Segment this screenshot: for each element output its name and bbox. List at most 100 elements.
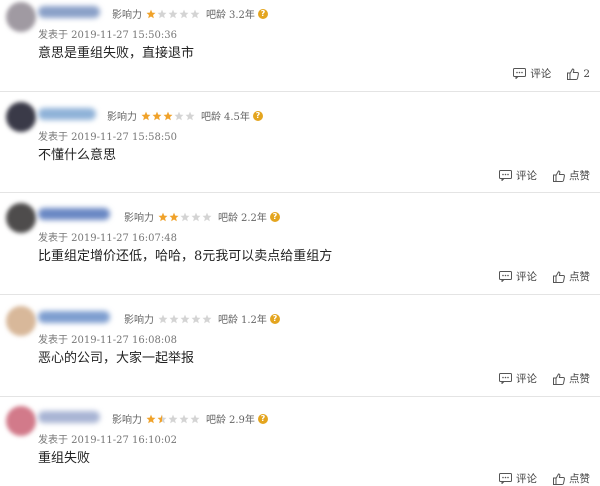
star-empty-icon [179,9,189,18]
like-button[interactable]: 点赞 [553,168,590,183]
comment-icon [499,373,512,384]
star-empty-icon [169,314,179,323]
like-button[interactable]: 2 [567,68,590,80]
star-empty-icon [191,212,201,221]
avatar[interactable] [6,2,36,32]
comment-icon [513,68,527,79]
help-icon[interactable]: ? [269,211,280,222]
influence-stars [158,314,213,324]
star-empty-icon [174,111,184,120]
star-empty-icon [185,111,195,120]
divider [0,294,600,295]
age-value: 4.5年 [224,112,250,123]
like-count: 2 [583,67,590,80]
comment-actions: 评论 点赞 [499,168,590,183]
age-value: 2.2年 [241,213,267,224]
age-label: 吧龄 [218,213,238,224]
age-label: 吧龄 [201,112,221,123]
star-empty-icon [202,314,212,323]
avatar[interactable] [6,102,36,132]
comment-text: 恶心的公司，大家一起举报 [38,351,195,366]
username-blurred[interactable] [38,311,110,323]
comment-text: 不懂什么意思 [38,148,117,163]
post-date: 发表于 2019-11-27 16:07:48 [38,233,177,244]
comment-item: 影响力 吧龄 3.2年 ? 发表于 2019-11-27 15:50:36 意思… [0,0,600,90]
age-value: 1.2年 [241,315,267,326]
thumbs-up-icon [553,169,565,182]
avatar[interactable] [6,203,36,233]
star-empty-icon [191,314,201,323]
help-icon[interactable]: ? [257,413,268,424]
star-empty-icon [158,314,168,323]
star-filled-icon [146,9,156,18]
star-empty-icon [157,9,167,18]
username-blurred[interactable] [38,411,100,423]
like-button[interactable]: 点赞 [553,471,590,486]
like-label: 点赞 [569,473,590,485]
comment-button[interactable]: 评论 [499,269,537,284]
like-label: 点赞 [569,373,590,385]
username-blurred[interactable] [38,6,100,18]
comment-label: 评论 [516,170,537,182]
post-date: 发表于 2019-11-27 16:08:08 [38,335,177,346]
username-blurred[interactable] [38,208,110,220]
like-label: 点赞 [569,271,590,283]
influence-stars [146,9,201,19]
star-empty-icon [190,414,200,423]
comment-button[interactable]: 评论 [499,168,537,183]
post-date: 发表于 2019-11-27 16:10:02 [38,435,177,446]
influence-stars [141,111,196,121]
help-icon[interactable]: ? [252,110,263,121]
like-button[interactable]: 点赞 [553,269,590,284]
star-empty-icon [179,414,189,423]
help-icon[interactable]: ? [269,313,280,324]
comment-button[interactable]: 评论 [499,471,537,486]
star-empty-icon [202,212,212,221]
user-meta: 影响力 吧龄 2.2年 ? [124,209,280,224]
age-label: 吧龄 [218,315,238,326]
comment-button[interactable]: 评论 [513,66,551,81]
comment-label: 评论 [516,271,537,283]
star-half-icon [157,414,167,423]
post-date: 发表于 2019-11-27 15:50:36 [38,30,177,41]
username-blurred[interactable] [38,108,96,120]
avatar[interactable] [6,406,36,436]
thumbs-up-icon [553,372,565,385]
like-button[interactable]: 点赞 [553,371,590,386]
comment-item: 影响力 吧龄 2.9年 ? 发表于 2019-11-27 16:10:02 重组… [0,402,600,486]
comment-label: 评论 [530,68,552,80]
influence-label: 影响力 [124,315,154,326]
star-filled-icon [146,414,156,423]
comment-button[interactable]: 评论 [499,371,537,386]
comment-actions: 评论 2 [513,66,590,81]
comment-item: 影响力 吧龄 1.2年 ? 发表于 2019-11-27 16:08:08 恶心… [0,300,600,392]
comment-actions: 评论 点赞 [499,269,590,284]
user-meta: 影响力 吧龄 3.2年 ? [112,6,268,21]
divider [0,91,600,92]
influence-label: 影响力 [112,415,142,426]
influence-stars [158,212,213,222]
user-meta: 影响力 吧龄 4.5年 ? [107,108,263,123]
comment-text: 意思是重组失败，直接退市 [38,46,195,61]
star-empty-icon [168,414,178,423]
help-icon[interactable]: ? [257,8,268,19]
age-label: 吧龄 [206,415,226,426]
comment-icon [499,271,512,282]
like-label: 点赞 [569,170,590,182]
comment-label: 评论 [516,373,537,385]
thumbs-up-icon [553,472,565,485]
age-value: 2.9年 [229,415,255,426]
comment-label: 评论 [516,473,537,485]
star-empty-icon [168,9,178,18]
star-filled-icon [141,111,151,120]
comment-item: 影响力 吧龄 4.5年 ? 发表于 2019-11-27 15:58:50 不懂… [0,98,600,188]
star-filled-icon [152,111,162,120]
age-value: 3.2年 [229,10,255,21]
influence-label: 影响力 [124,213,154,224]
user-meta: 影响力 吧龄 1.2年 ? [124,311,280,326]
avatar[interactable] [6,306,36,336]
user-meta: 影响力 吧龄 2.9年 ? [112,411,268,426]
thumbs-up-icon [567,67,580,80]
comment-icon [499,170,512,181]
age-label: 吧龄 [206,10,226,21]
